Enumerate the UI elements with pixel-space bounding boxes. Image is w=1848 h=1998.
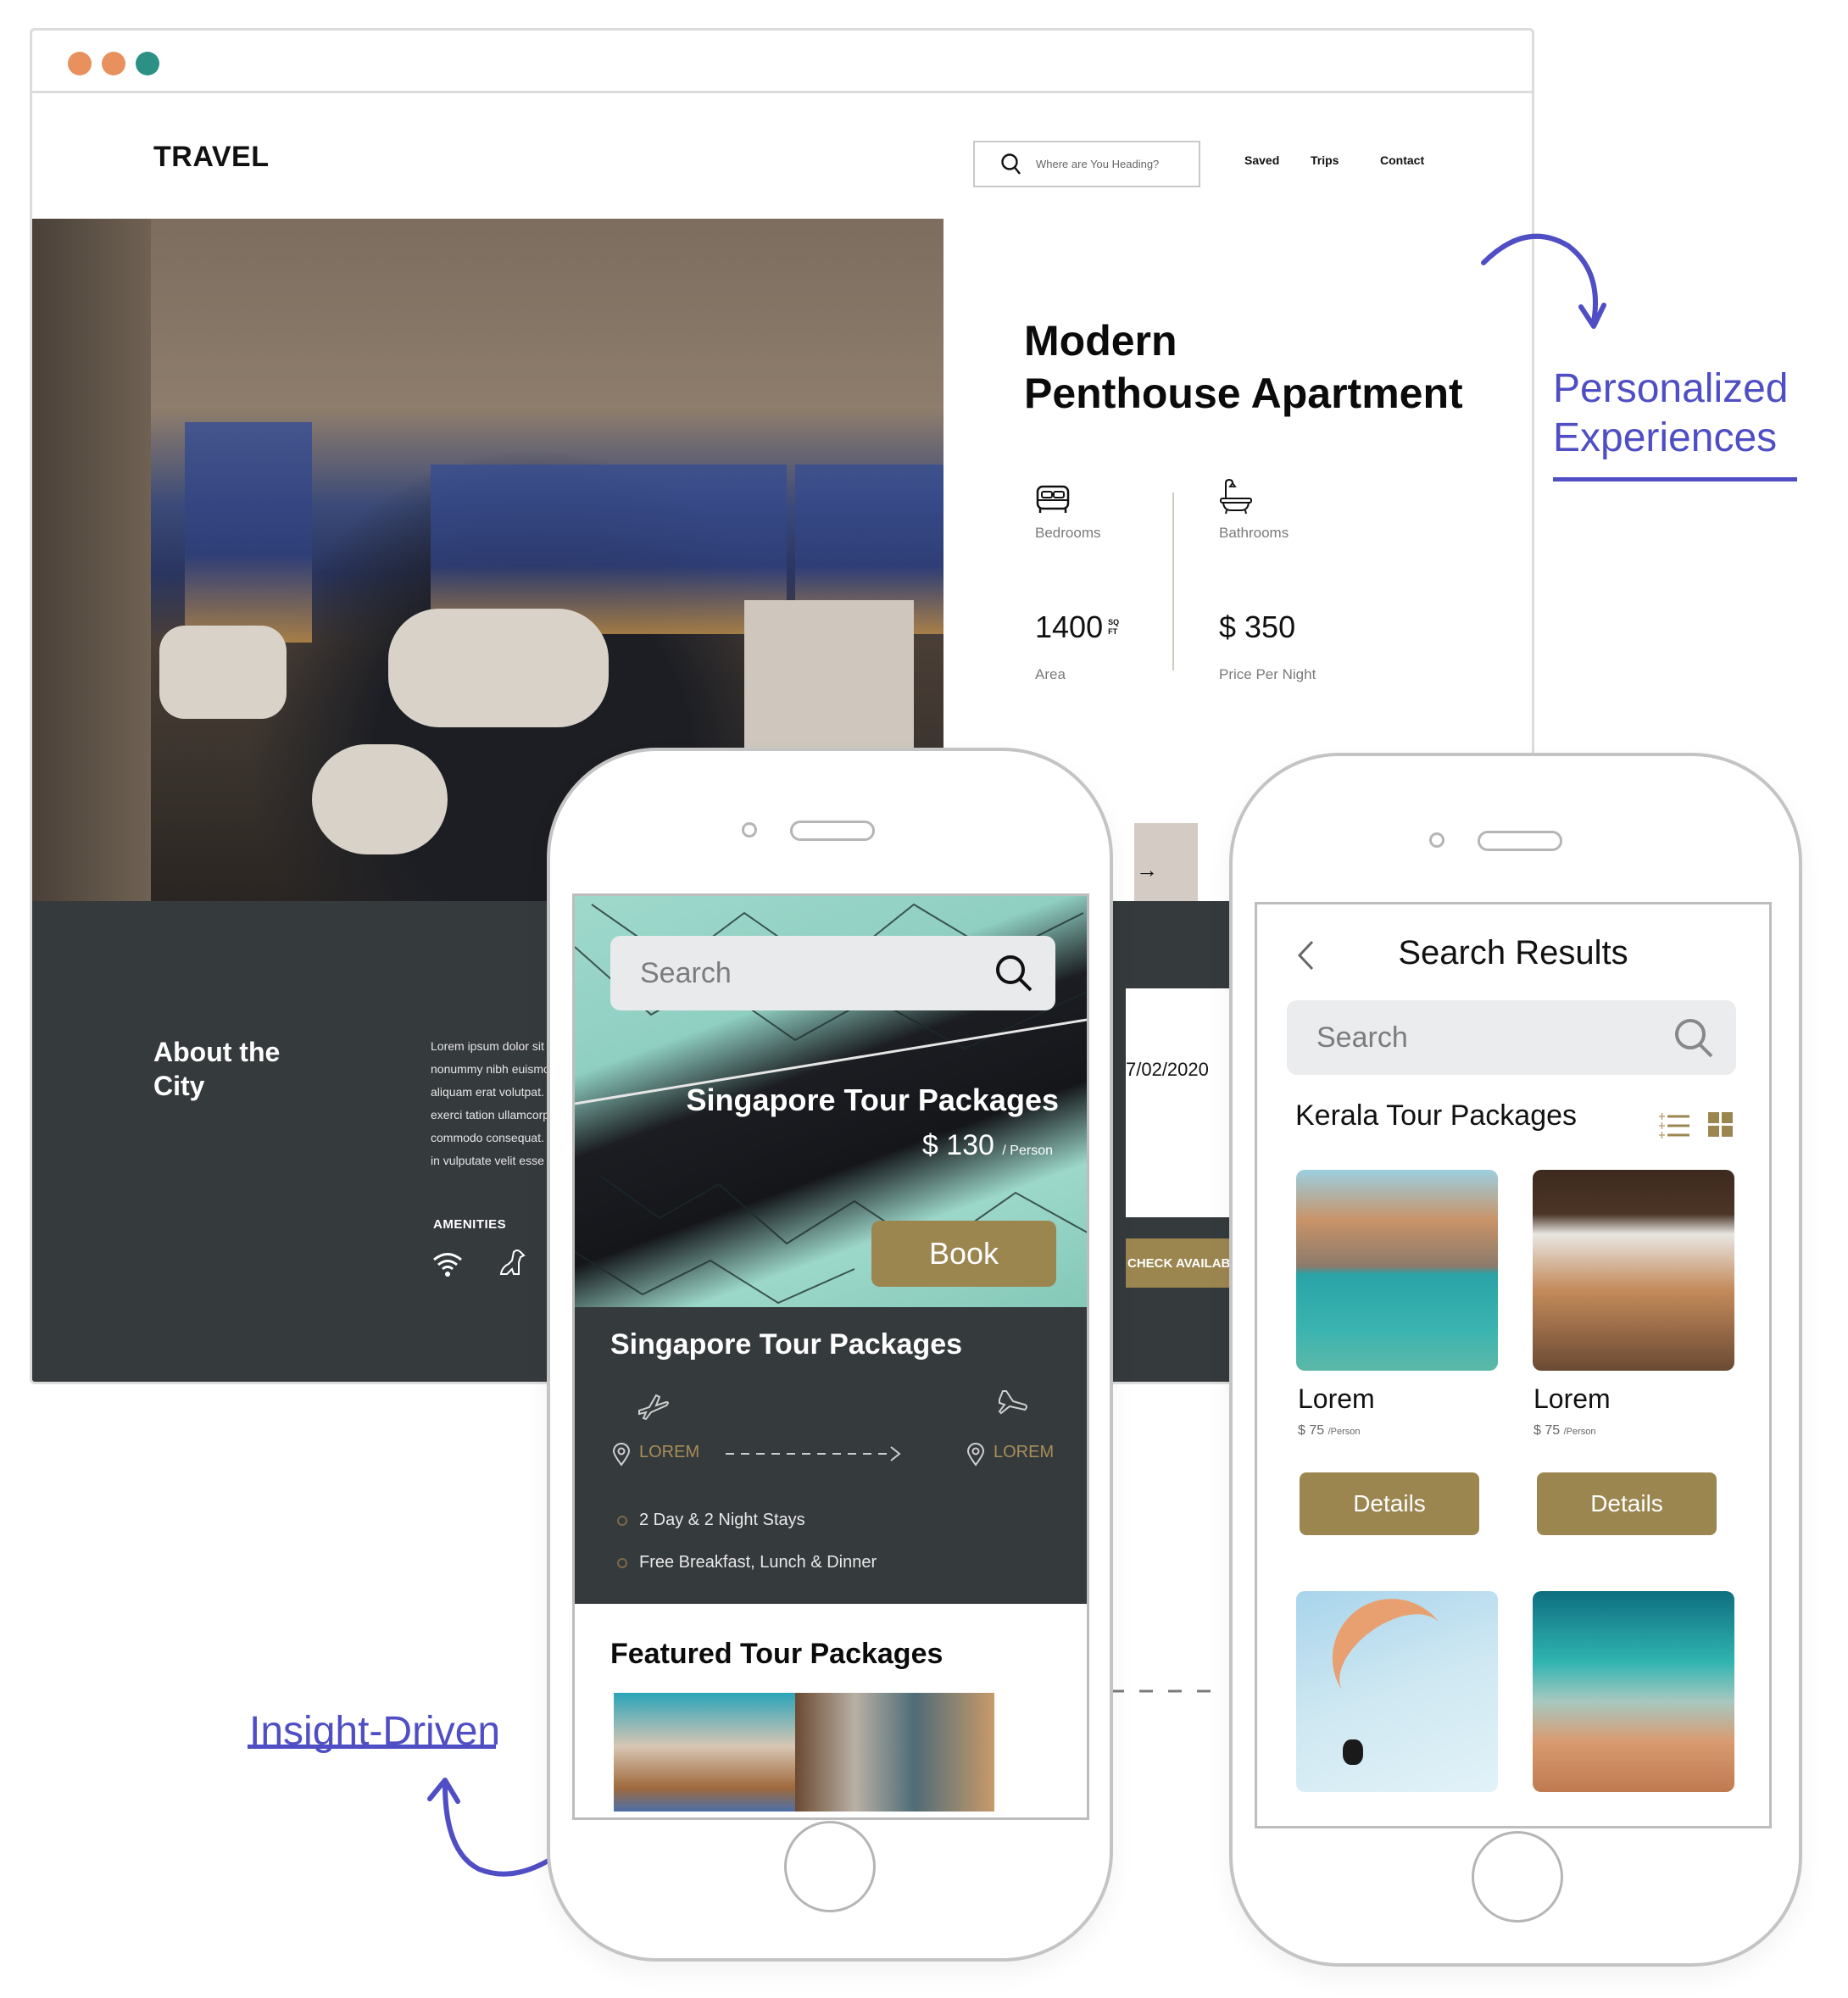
result-photo-snorkeling[interactable] (1533, 1591, 1734, 1792)
nav-contact[interactable]: Contact (1380, 153, 1424, 167)
personalized-experiences-label: Personalized Experiences (1553, 366, 1789, 460)
origin-label: LOREM (639, 1443, 700, 1461)
plane-landing-icon (998, 1390, 1027, 1415)
pet-dog-icon (499, 1249, 526, 1275)
phone-mockup-search-results: Search Results Search Kerala Tour Packag… (1229, 753, 1802, 1967)
area-value: 1400 SQ FT (1035, 609, 1120, 644)
insight-driven-underline (248, 1745, 496, 1749)
home-button[interactable] (1472, 1831, 1563, 1923)
result-name: Lorem (1534, 1383, 1611, 1414)
list-view-icon[interactable] (1659, 1113, 1691, 1138)
package-details-card: Singapore Tour Packages LOREM LOREM 2 Da… (575, 1307, 1087, 1604)
kerala-section-title: Kerala Tour Packages (1295, 1099, 1578, 1132)
amenities-label: AMENITIES (433, 1217, 507, 1232)
location-pin-icon (966, 1443, 985, 1466)
featured-package-gardens-photo[interactable] (614, 1693, 813, 1812)
bed-icon (1036, 485, 1070, 513)
result-photo-lake[interactable] (1296, 1170, 1498, 1371)
singapore-hero-photo: Search Singapore Tour Packages $ 130 / P… (575, 896, 1087, 1307)
feature-item: 2 Day & 2 Night Stays (617, 1511, 805, 1530)
stats-divider (1172, 493, 1174, 671)
phone1-screen: Search Singapore Tour Packages $ 130 / P… (572, 893, 1089, 1820)
bullet-circle-icon (617, 1515, 627, 1526)
personalized-underline (1553, 477, 1797, 481)
book-button[interactable]: Book (871, 1221, 1056, 1287)
phone-mockup-tour: Search Singapore Tour Packages $ 130 / P… (547, 748, 1113, 1962)
destination-search-input[interactable]: Where are You Heading? (973, 141, 1200, 187)
front-camera (1429, 832, 1444, 848)
search-results-title: Search Results (1398, 934, 1628, 971)
bathrooms-label: Bathrooms (1219, 525, 1289, 541)
search-placeholder: Search (1316, 1021, 1408, 1054)
feature-item: Free Breakfast, Lunch & Dinner (617, 1553, 877, 1572)
browser-titlebar (32, 31, 1532, 93)
result-price: $ 75 /Person (1534, 1423, 1596, 1438)
property-title: Modern Penthouse Apartment (1024, 317, 1463, 417)
nav-saved[interactable]: Saved (1244, 153, 1279, 167)
curved-arrow-down-icon (1481, 233, 1606, 329)
route-dashed-arrow (726, 1446, 901, 1461)
about-city-title: About the City (153, 1037, 281, 1101)
home-button[interactable] (784, 1821, 876, 1912)
hero-package-title: Singapore Tour Packages (686, 1082, 1059, 1117)
wifi-icon (433, 1253, 462, 1277)
bullet-circle-icon (617, 1557, 627, 1568)
details-button[interactable]: Details (1300, 1472, 1479, 1535)
result-photo-paragliding[interactable] (1296, 1575, 1498, 1792)
search-icon (1001, 153, 1021, 175)
dashed-connector (1110, 1689, 1221, 1693)
nav-trips[interactable]: Trips (1311, 153, 1339, 167)
front-camera (742, 822, 757, 838)
result-name: Lorem (1298, 1383, 1375, 1414)
plane-takeoff-icon (638, 1394, 669, 1421)
result-photo-safari[interactable] (1533, 1170, 1734, 1371)
details-button[interactable]: Details (1537, 1472, 1717, 1535)
hero-package-price: $ 130 / Person (921, 1129, 1053, 1161)
site-logo[interactable]: TRAVEL (153, 141, 269, 174)
location-pin-icon (612, 1443, 631, 1466)
featured-packages-title: Featured Tour Packages (610, 1638, 943, 1670)
earpiece-speaker (790, 821, 875, 841)
area-label: Area (1035, 666, 1066, 682)
bathtub-icon (1220, 478, 1252, 515)
arrow-right-icon: → (1136, 857, 1158, 882)
earpiece-speaker (1478, 831, 1562, 851)
check-in-date[interactable]: 7/02/2020 (1126, 1059, 1209, 1081)
grid-view-icon[interactable] (1708, 1112, 1734, 1138)
window-maximize-dot[interactable] (136, 52, 159, 75)
price-per-night-value: $ 350 (1219, 609, 1296, 644)
window-minimize-dot[interactable] (102, 52, 125, 75)
destination-label: LOREM (994, 1443, 1055, 1461)
price-per-night-label: Price Per Night (1219, 666, 1316, 682)
bedrooms-label: Bedrooms (1035, 525, 1101, 541)
search-placeholder: Search (640, 956, 732, 989)
search-icon[interactable] (1673, 1016, 1715, 1059)
package-details-title: Singapore Tour Packages (610, 1328, 963, 1361)
results-search-input[interactable]: Search (1287, 1000, 1736, 1075)
search-icon[interactable] (994, 953, 1034, 993)
search-placeholder: Where are You Heading? (1036, 158, 1160, 170)
tour-search-input[interactable]: Search (610, 936, 1055, 1010)
phone2-screen: Search Results Search Kerala Tour Packag… (1255, 902, 1772, 1828)
featured-package-street-photo[interactable] (795, 1693, 994, 1812)
result-price: $ 75 /Person (1298, 1423, 1361, 1438)
window-close-dot[interactable] (68, 52, 92, 75)
